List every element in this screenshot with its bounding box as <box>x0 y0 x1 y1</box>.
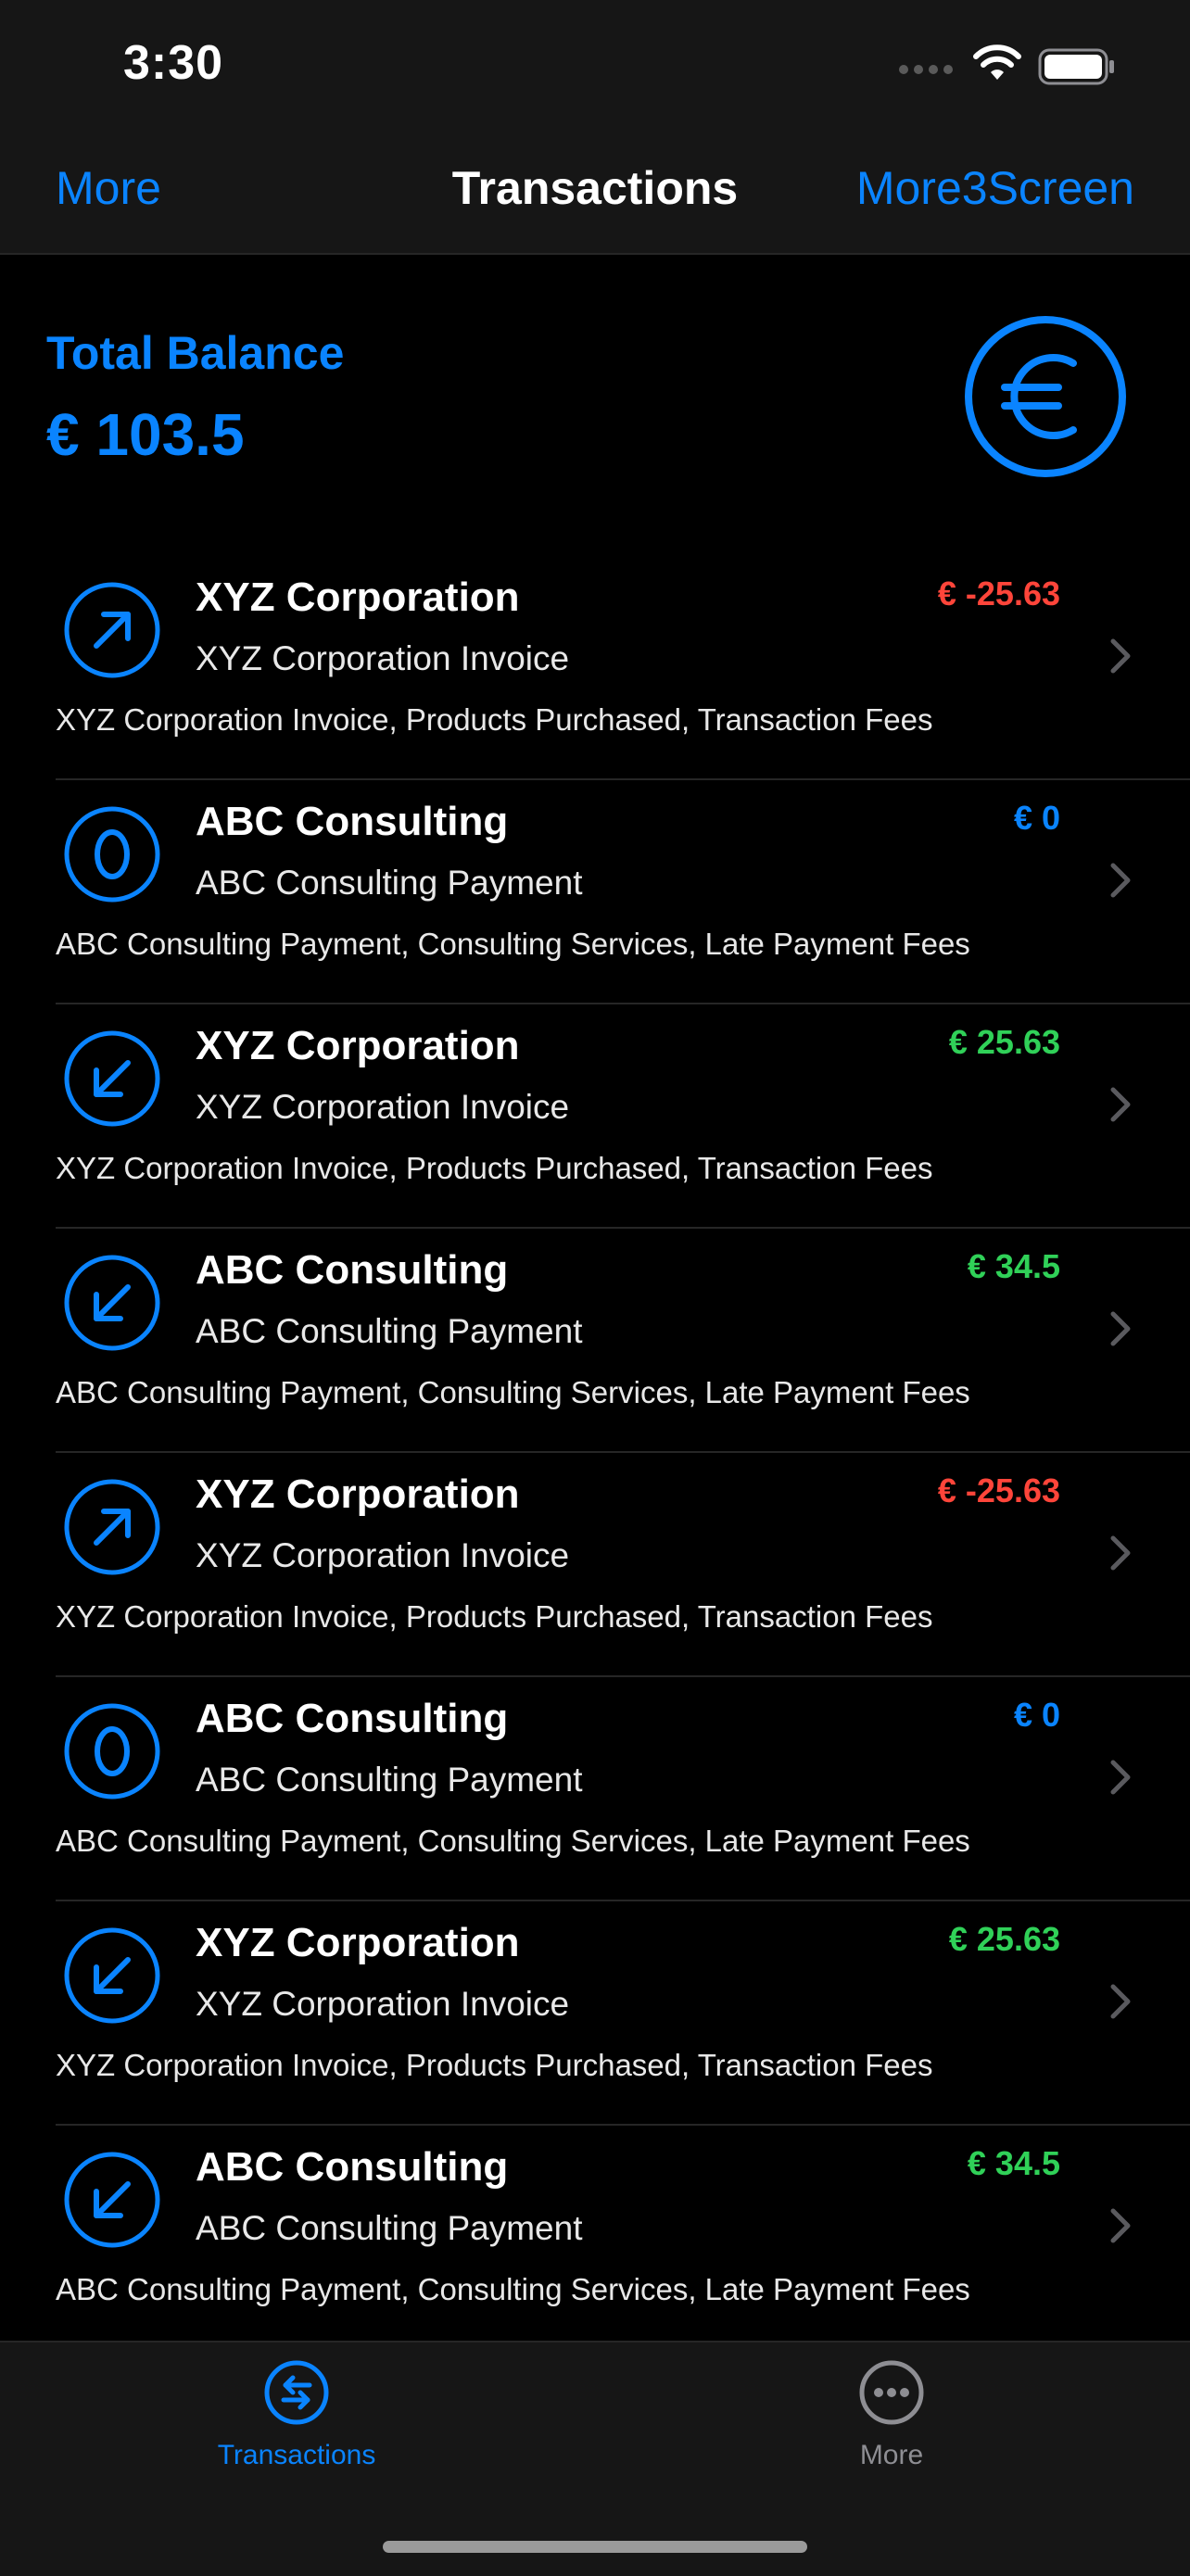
transaction-details: ABC Consulting Payment, Consulting Servi… <box>56 1375 970 1409</box>
transaction-name: ABC Consulting <box>196 799 509 844</box>
transaction-list: XYZ Corporation XYZ Corporation Invoice … <box>0 556 1190 2350</box>
transaction-amount: € -25.63 <box>937 1471 1060 1509</box>
total-balance-label: Total Balance <box>46 327 345 379</box>
transaction-name: ABC Consulting <box>196 1247 509 1293</box>
transaction-details: ABC Consulting Payment, Consulting Servi… <box>56 927 970 961</box>
transaction-details: XYZ Corporation Invoice, Products Purcha… <box>56 1599 933 1634</box>
arrow-down-left-icon <box>64 1030 160 1127</box>
transaction-row[interactable]: XYZ Corporation XYZ Corporation Invoice … <box>56 1004 1190 1229</box>
transaction-amount: € 34.5 <box>967 2144 1060 2182</box>
transaction-name: XYZ Corporation <box>196 1023 520 1068</box>
transaction-amount: € 34.5 <box>967 1247 1060 1285</box>
transaction-amount: € 0 <box>1013 1696 1060 1734</box>
ellipsis-circle-icon <box>859 2360 924 2425</box>
battery-icon <box>1038 48 1114 85</box>
chevron-right-icon <box>1110 1984 1131 2019</box>
transaction-row[interactable]: XYZ Corporation XYZ Corporation Invoice … <box>56 556 1190 780</box>
chevron-right-icon <box>1110 2208 1131 2243</box>
transaction-row[interactable]: ABC Consulting ABC Consulting Payment AB… <box>56 1677 1190 1901</box>
back-more-button[interactable]: More <box>56 161 161 215</box>
more3screen-button[interactable]: More3Screen <box>856 161 1134 215</box>
tab-label: Transactions <box>217 2440 376 2470</box>
transaction-amount: € 25.63 <box>948 1920 1060 1958</box>
transaction-subtitle: XYZ Corporation Invoice <box>196 1536 570 1574</box>
navigation-bar: More Transactions More3Screen <box>0 139 1190 255</box>
chevron-right-icon <box>1110 1535 1131 1571</box>
zero-icon <box>64 1703 160 1799</box>
arrow-down-left-icon <box>64 2152 160 2248</box>
arrows-exchange-icon <box>264 2360 329 2425</box>
transaction-details: XYZ Corporation Invoice, Products Purcha… <box>56 1151 933 1185</box>
arrow-up-right-icon <box>64 582 160 678</box>
chevron-right-icon <box>1110 1760 1131 1795</box>
arrow-down-left-icon <box>64 1927 160 2024</box>
transaction-subtitle: XYZ Corporation Invoice <box>196 639 570 677</box>
transaction-subtitle: ABC Consulting Payment <box>196 1761 583 1799</box>
transaction-row[interactable]: ABC Consulting ABC Consulting Payment AB… <box>56 1229 1190 1453</box>
chevron-right-icon <box>1110 1087 1131 1122</box>
chevron-right-icon <box>1110 638 1131 674</box>
home-indicator[interactable] <box>383 2541 807 2553</box>
transaction-name: XYZ Corporation <box>196 1471 520 1517</box>
transaction-details: ABC Consulting Payment, Consulting Servi… <box>56 1824 970 1858</box>
transaction-name: XYZ Corporation <box>196 575 520 620</box>
transaction-row[interactable]: ABC Consulting ABC Consulting Payment AB… <box>56 780 1190 1004</box>
transaction-amount: € -25.63 <box>937 575 1060 612</box>
transaction-subtitle: ABC Consulting Payment <box>196 864 583 902</box>
cellular-signal-icon <box>899 65 953 74</box>
arrow-down-left-icon <box>64 1255 160 1351</box>
transaction-name: ABC Consulting <box>196 1696 509 1741</box>
chevron-right-icon <box>1110 863 1131 898</box>
arrow-up-right-icon <box>64 1479 160 1575</box>
transaction-details: XYZ Corporation Invoice, Products Purcha… <box>56 702 933 737</box>
transaction-details: ABC Consulting Payment, Consulting Servi… <box>56 2272 970 2306</box>
transaction-name: ABC Consulting <box>196 2144 509 2190</box>
transaction-subtitle: ABC Consulting Payment <box>196 1312 583 1350</box>
transaction-amount: € 25.63 <box>948 1023 1060 1061</box>
transaction-row[interactable]: ABC Consulting ABC Consulting Payment AB… <box>56 2126 1190 2350</box>
transaction-row[interactable]: XYZ Corporation XYZ Corporation Invoice … <box>56 1901 1190 2126</box>
transaction-name: XYZ Corporation <box>196 1920 520 1965</box>
status-bar: 3:30 <box>0 0 1190 139</box>
tab-more[interactable]: More <box>753 2359 1031 2471</box>
wifi-icon <box>973 44 1021 80</box>
transaction-details: XYZ Corporation Invoice, Products Purcha… <box>56 2048 933 2082</box>
tab-label: More <box>859 2440 924 2470</box>
transaction-subtitle: XYZ Corporation Invoice <box>196 1088 570 1126</box>
total-balance-value: € 103.5 <box>46 401 245 468</box>
transaction-subtitle: XYZ Corporation Invoice <box>196 1985 570 2023</box>
transaction-amount: € 0 <box>1013 799 1060 837</box>
status-time: 3:30 <box>123 36 224 90</box>
zero-icon <box>64 806 160 903</box>
transaction-subtitle: ABC Consulting Payment <box>196 2209 583 2247</box>
tab-transactions[interactable]: Transactions <box>158 2359 436 2471</box>
euro-sign-icon <box>965 316 1126 477</box>
chevron-right-icon <box>1110 1311 1131 1346</box>
transaction-row[interactable]: XYZ Corporation XYZ Corporation Invoice … <box>56 1453 1190 1677</box>
